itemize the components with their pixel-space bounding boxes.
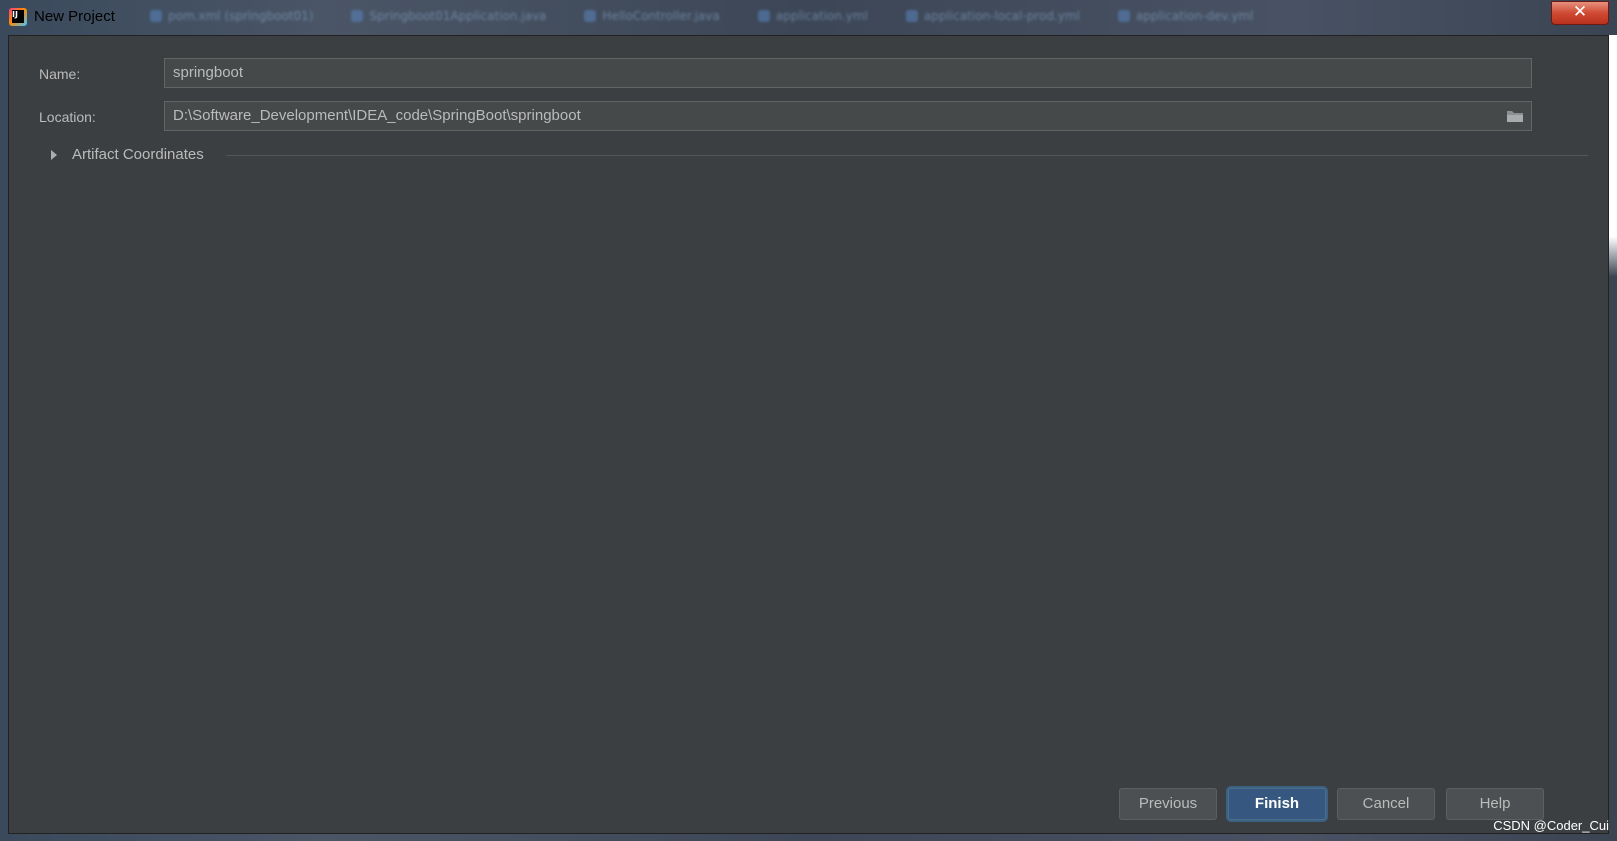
section-divider bbox=[226, 155, 1588, 156]
triangle-right-icon[interactable] bbox=[51, 150, 57, 160]
window-title: New Project bbox=[34, 8, 115, 25]
previous-button[interactable]: Previous bbox=[1119, 788, 1217, 820]
artifact-coordinates-section[interactable]: Artifact Coordinates bbox=[43, 145, 1588, 165]
close-icon: ✕ bbox=[1572, 2, 1588, 22]
finish-button[interactable]: Finish bbox=[1228, 788, 1326, 820]
folder-icon[interactable] bbox=[1506, 109, 1524, 123]
location-input[interactable]: D:\Software_Development\IDEA_code\Spring… bbox=[164, 101, 1532, 131]
help-button[interactable]: Help bbox=[1446, 788, 1544, 820]
name-label: Name: bbox=[39, 66, 81, 82]
cancel-button[interactable]: Cancel bbox=[1337, 788, 1435, 820]
window-right-edge bbox=[1609, 35, 1617, 841]
close-button[interactable]: ✕ bbox=[1551, 1, 1609, 25]
watermark: CSDN @Coder_Cui bbox=[1493, 818, 1609, 833]
location-label: Location: bbox=[39, 109, 96, 125]
title-bar: New Project ✕ bbox=[0, 0, 1617, 35]
new-project-window: pom.xml (springboot01) Springboot01Appli… bbox=[0, 0, 1617, 841]
dialog-body: Name: springboot Location: D:\Software_D… bbox=[8, 35, 1609, 834]
intellij-icon bbox=[9, 8, 27, 26]
name-input[interactable]: springboot bbox=[164, 58, 1532, 88]
location-value: D:\Software_Development\IDEA_code\Spring… bbox=[173, 107, 581, 124]
artifact-coordinates-label[interactable]: Artifact Coordinates bbox=[72, 146, 204, 163]
